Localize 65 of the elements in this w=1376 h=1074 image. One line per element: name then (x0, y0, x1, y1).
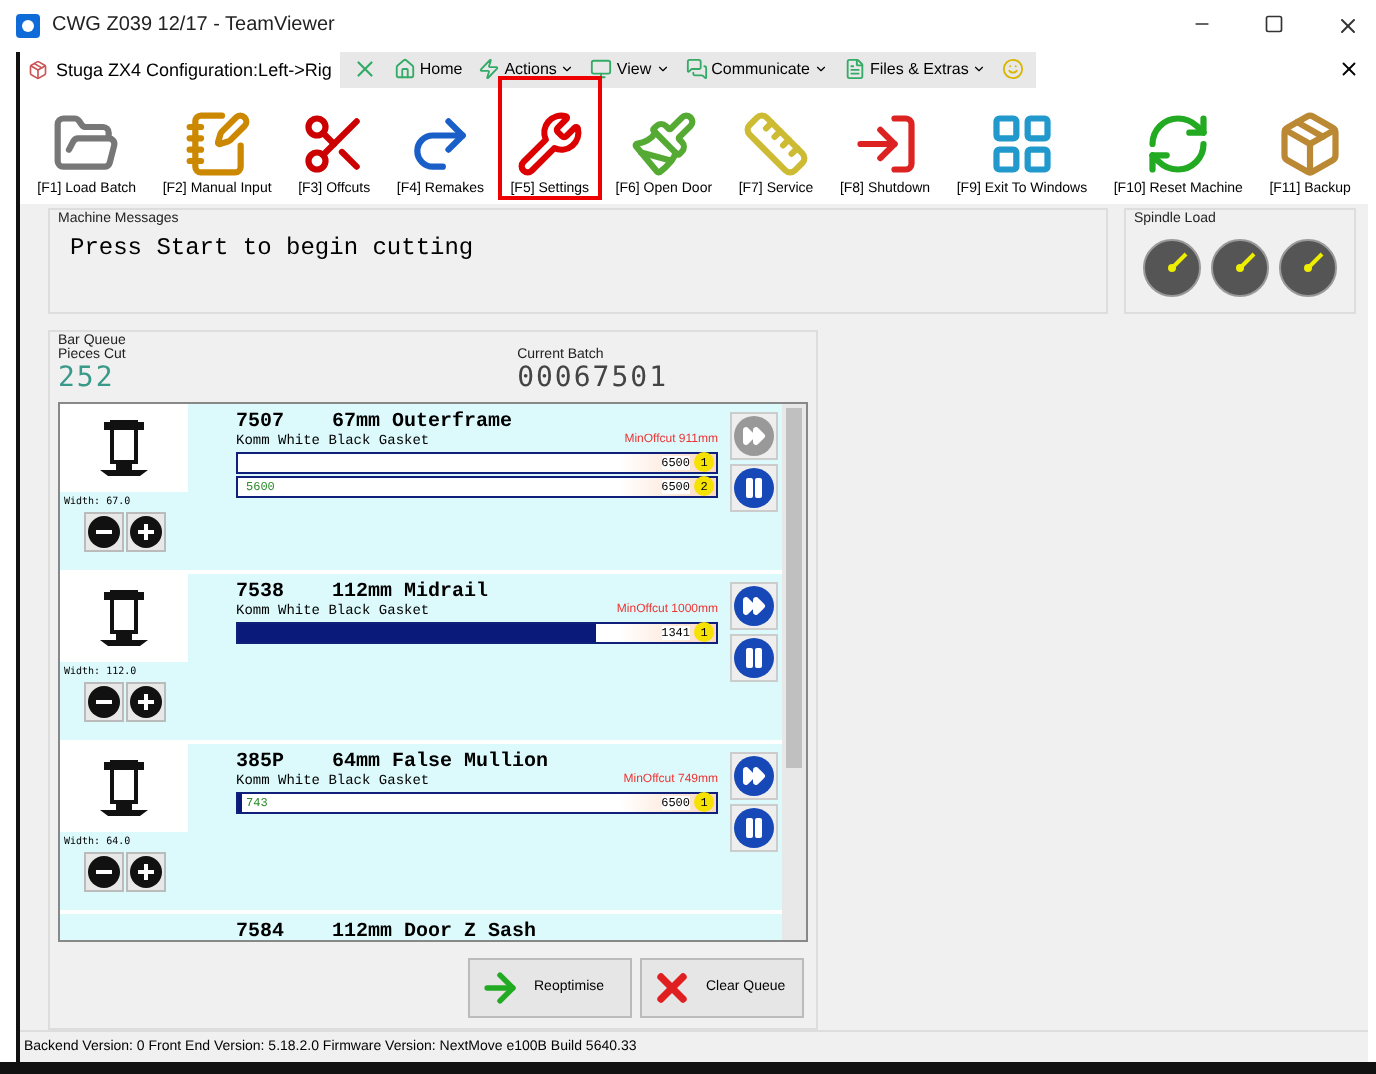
notepad-icon (183, 109, 252, 178)
minus-icon (87, 855, 119, 888)
pause-icon (734, 637, 774, 678)
toolbar-menu[interactable]: Communicate (685, 58, 828, 81)
windows-logo-icon (987, 109, 1056, 178)
gauge-icon (1210, 237, 1270, 298)
decrease-button[interactable] (83, 681, 123, 722)
plus-icon (129, 855, 161, 888)
item-id: 7507 (236, 411, 285, 434)
toolbar-menu[interactable]: View (590, 58, 670, 81)
ruler-icon (742, 109, 810, 178)
box-icon (1276, 109, 1345, 178)
minus-icon (87, 685, 119, 718)
toolbar-menu[interactable]: Home (393, 58, 463, 81)
message-text: Press Start to begin cutting (68, 231, 476, 266)
pause-button[interactable] (730, 803, 778, 852)
door-exit-icon (851, 109, 920, 178)
plus-icon (129, 685, 161, 718)
close-icon[interactable] (1336, 13, 1360, 38)
item-id: 7538 (236, 581, 285, 604)
decrease-button[interactable] (83, 851, 123, 892)
caret-icon (972, 62, 987, 77)
queue-item[interactable]: 7584 112mm Door Z Sash (60, 913, 782, 940)
item-id: 7584 (236, 921, 285, 940)
lightning-icon (478, 58, 501, 81)
minus-icon (87, 515, 119, 548)
pause-icon (734, 467, 774, 508)
paintbrush-icon (629, 109, 698, 178)
close-icon[interactable] (1338, 58, 1360, 81)
toolbar-menu[interactable]: Actions (478, 58, 575, 81)
item-name: 64mm False Mullion (332, 751, 549, 774)
profile-section-icon (96, 757, 152, 818)
app-tab-title: Stuga ZX4 Configuration:Left->Rig (56, 59, 332, 80)
toolbar-menu[interactable]: Files & Extras (843, 58, 987, 81)
increase-button[interactable] (125, 511, 165, 552)
pause-icon (734, 807, 774, 848)
home-icon (393, 58, 416, 81)
gauge-icon (1142, 237, 1202, 298)
increase-button[interactable] (125, 851, 165, 892)
item-name: 112mm Midrail (332, 581, 489, 604)
chat-icon (685, 58, 708, 81)
app-logo-icon (16, 13, 40, 38)
pieces-cut-value: 252 (58, 361, 117, 394)
app-icon (28, 59, 48, 80)
item-id: 385P (236, 751, 285, 774)
gauge-icon (1278, 237, 1338, 298)
caret-icon (813, 62, 828, 77)
caret-icon (560, 62, 575, 77)
decrease-button[interactable] (83, 511, 123, 552)
caret-icon (655, 62, 670, 77)
item-name: 112mm Door Z Sash (332, 921, 537, 940)
profile-section-icon (96, 587, 152, 648)
wrench-icon (515, 109, 584, 178)
batch-number: 00067501 (517, 361, 668, 394)
pause-button[interactable] (730, 463, 778, 512)
item-name: 67mm Outerframe (332, 411, 513, 434)
window-title: CWG Z039 12/17 - TeamViewer (52, 14, 335, 37)
file-icon (843, 58, 866, 81)
plus-icon (129, 515, 161, 548)
monitor-icon (590, 58, 613, 81)
maximize-icon[interactable] (1264, 13, 1284, 34)
profile-section-icon (96, 417, 152, 478)
increase-button[interactable] (125, 681, 165, 722)
refresh-icon (1144, 109, 1213, 178)
pause-button[interactable] (730, 633, 778, 682)
